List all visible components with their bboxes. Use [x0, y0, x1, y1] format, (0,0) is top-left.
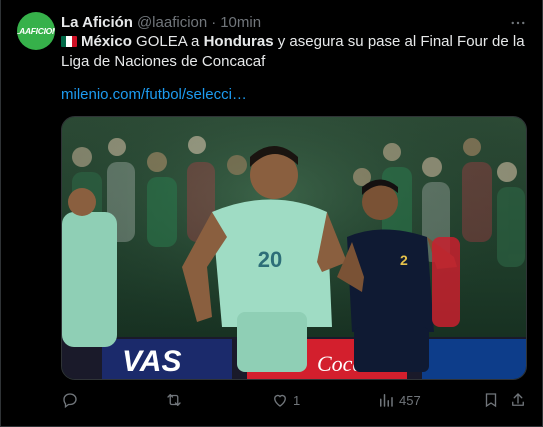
heart-icon — [271, 391, 289, 409]
like-count: 1 — [293, 392, 301, 408]
tweet-text-bold-honduras: Honduras — [203, 33, 274, 50]
tweet-actions: 1 457 — [61, 388, 531, 412]
tweet-text: México GOLEA a Honduras y asegura su pas… — [61, 32, 531, 72]
ad-board-left-text: VAS — [122, 345, 181, 378]
retweet-button[interactable] — [165, 388, 187, 412]
bookmark-icon — [482, 391, 500, 409]
avatar[interactable]: LAAFICION — [17, 12, 55, 50]
player-jersey-number: 20 — [258, 247, 282, 272]
like-button[interactable]: 1 — [271, 388, 300, 412]
header-separator: · — [211, 13, 217, 31]
article-link[interactable]: milenio.com/futbol/selecci… — [61, 86, 247, 103]
tweet-text-bold-mexico: México — [81, 33, 132, 50]
bookmark-button[interactable] — [482, 388, 500, 412]
tweet-header: La Afición @laaficion · 10min — [61, 12, 261, 32]
avatar-logo-text: LAAFICION — [17, 26, 55, 36]
tweet-text-segment: GOLEA a — [131, 33, 204, 50]
timestamp[interactable]: 10min — [220, 14, 261, 31]
views-chart-icon — [377, 391, 395, 409]
author-name[interactable]: La Afición — [61, 14, 133, 31]
share-icon — [509, 391, 527, 409]
more-options-icon[interactable] — [508, 13, 528, 33]
tweet-media-image[interactable]: VAS Coca 20 2 — [61, 116, 527, 380]
share-button[interactable] — [509, 388, 527, 412]
stadium-photo: VAS Coca 20 2 — [62, 117, 526, 379]
mexico-flag-icon — [61, 36, 77, 47]
views-count: 457 — [399, 392, 421, 408]
retweet-icon — [165, 391, 183, 409]
reply-icon — [61, 391, 79, 409]
tweet-card[interactable]: LAAFICION La Afición @laaficion · 10min … — [0, 0, 543, 427]
views-button[interactable]: 457 — [377, 388, 421, 412]
opponent-jersey-number: 2 — [400, 252, 408, 268]
reply-button[interactable] — [61, 388, 83, 412]
author-handle[interactable]: @laaficion — [137, 14, 207, 31]
